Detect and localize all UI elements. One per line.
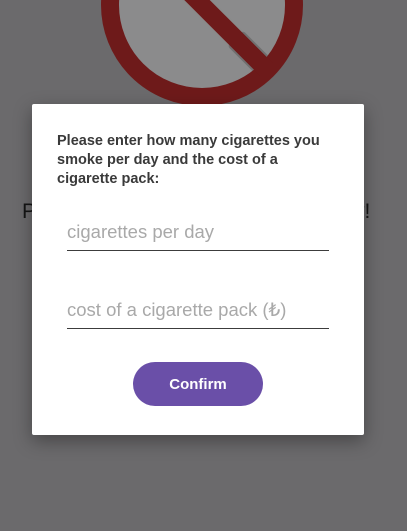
confirm-button[interactable]: Confirm [133,362,263,406]
setup-dialog: Please enter how many cigarettes you smo… [32,104,364,435]
no-smoking-icon [101,0,303,106]
dialog-message: Please enter how many cigarettes you smo… [57,133,320,187]
cigarettes-per-day-input[interactable] [67,214,329,251]
pack-cost-input[interactable] [67,292,329,329]
